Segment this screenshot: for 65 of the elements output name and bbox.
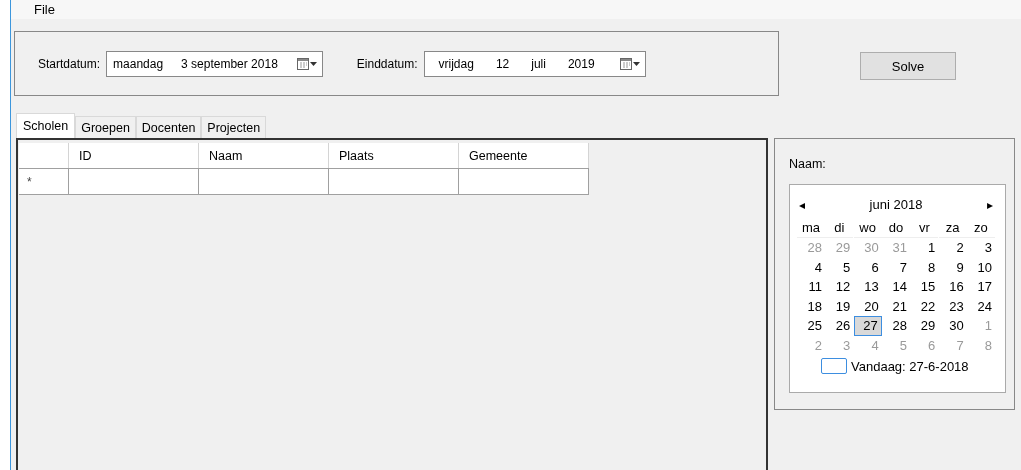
calendar-day[interactable]: 26 bbox=[825, 316, 854, 336]
calendar-day[interactable]: 14 bbox=[882, 277, 910, 297]
calendar-day[interactable]: 4 bbox=[797, 257, 825, 277]
calendar-day[interactable]: 19 bbox=[825, 296, 854, 316]
calendar-day[interactable]: 9 bbox=[938, 257, 967, 277]
calendar-day[interactable]: 24 bbox=[966, 296, 995, 316]
calendar-day[interactable]: 1 bbox=[910, 238, 939, 258]
weekday-label: di bbox=[825, 220, 854, 238]
calendar-day[interactable]: 7 bbox=[882, 257, 910, 277]
tab[interactable]: Projecten bbox=[201, 116, 267, 138]
weekday-label: ma bbox=[797, 220, 825, 238]
table-cell[interactable] bbox=[458, 168, 589, 195]
table-cell[interactable] bbox=[328, 168, 459, 195]
calendar-day[interactable]: 25 bbox=[797, 316, 825, 336]
column-header[interactable]: Gemeente bbox=[458, 143, 589, 169]
calendar-day[interactable]: 16 bbox=[938, 277, 967, 297]
previous-month-button[interactable]: ◂ bbox=[799, 197, 805, 212]
date-label: Startdatum: bbox=[38, 56, 101, 71]
calendar-day[interactable]: 30 bbox=[938, 316, 967, 336]
calendar-day[interactable]: 3 bbox=[966, 238, 995, 258]
calendar-day[interactable]: 27 bbox=[853, 316, 882, 336]
solve-button[interactable]: Solve bbox=[860, 52, 956, 80]
header-cell bbox=[19, 143, 69, 169]
calendar-day[interactable]: 17 bbox=[966, 277, 995, 297]
calendar-day[interactable]: 12 bbox=[825, 277, 854, 297]
calendar-day[interactable]: 22 bbox=[910, 296, 939, 316]
weekday-label: zo bbox=[966, 220, 995, 238]
calendar-day[interactable]: 5 bbox=[825, 257, 854, 277]
table-cell[interactable] bbox=[68, 168, 199, 195]
calendar-day[interactable]: 15 bbox=[910, 277, 939, 297]
date-picker[interactable]: maandag 3 september 2018 bbox=[106, 50, 323, 77]
column-header[interactable]: Naam bbox=[198, 143, 329, 169]
today-link[interactable]: Vandaag: 27-6-2018 bbox=[851, 358, 969, 374]
calendar-day[interactable]: 6 bbox=[853, 257, 882, 277]
column-header[interactable]: ID bbox=[68, 143, 199, 169]
next-month-button[interactable]: ▸ bbox=[987, 197, 993, 212]
calendar-day[interactable]: 28 bbox=[882, 316, 910, 336]
calendar-day[interactable]: 20 bbox=[853, 296, 882, 316]
calendar-day[interactable]: 23 bbox=[938, 296, 967, 316]
calendar-dropdown-icon[interactable] bbox=[295, 56, 318, 71]
calendar-day[interactable]: 2 bbox=[938, 238, 967, 258]
calendar-day[interactable]: 13 bbox=[853, 277, 882, 297]
calendar-dropdown-icon[interactable] bbox=[618, 56, 641, 71]
weekday-label: za bbox=[938, 220, 967, 238]
field-label: Naam: bbox=[789, 157, 827, 171]
today-marker-icon bbox=[821, 358, 847, 374]
calendar-day[interactable]: 11 bbox=[797, 277, 825, 297]
row-header[interactable]: * bbox=[19, 168, 69, 195]
calendar-day[interactable]: 8 bbox=[910, 257, 939, 277]
menu-item[interactable]: File bbox=[32, 0, 57, 19]
date-label: Einddatum: bbox=[356, 56, 418, 71]
weekday-label: vr bbox=[910, 220, 939, 238]
calendar-day[interactable]: 18 bbox=[797, 296, 825, 316]
date-picker[interactable]: vrijdag 12 juli 2019 bbox=[423, 50, 646, 77]
tab[interactable]: Groepen bbox=[75, 116, 136, 138]
calendar-day[interactable]: 29 bbox=[910, 316, 939, 336]
weekday-label: do bbox=[882, 220, 910, 238]
table-cell[interactable] bbox=[198, 168, 329, 195]
month-title[interactable]: juni 2018 bbox=[869, 197, 923, 212]
weekday-label: wo bbox=[853, 220, 882, 238]
calendar-day[interactable]: 10 bbox=[966, 257, 995, 277]
column-header[interactable]: Plaats bbox=[328, 143, 459, 169]
calendar-day[interactable]: 21 bbox=[882, 296, 910, 316]
tab[interactable]: Scholen bbox=[16, 113, 76, 138]
tab[interactable]: Docenten bbox=[135, 116, 202, 138]
